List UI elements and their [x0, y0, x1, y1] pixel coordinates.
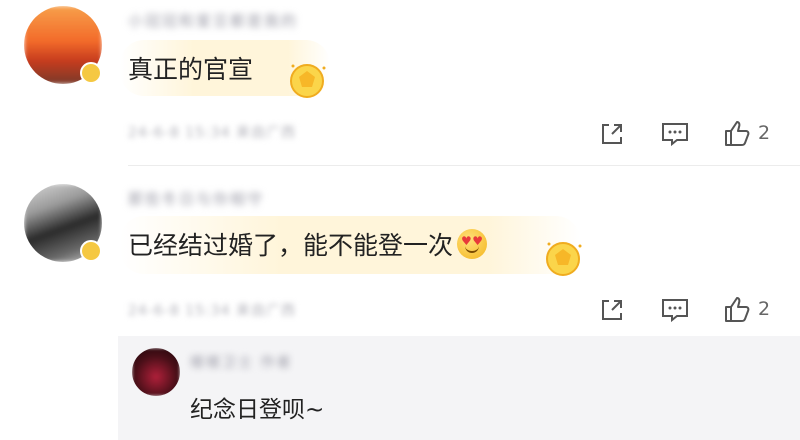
comment-meta: 24-6-8 15:34 来自广西: [128, 125, 296, 141]
share-icon: [602, 300, 622, 320]
share-button[interactable]: [598, 120, 626, 148]
share-button[interactable]: [598, 296, 626, 324]
avatar[interactable]: [132, 348, 180, 396]
reply-section: 楼楼卫士 作者 纪念日登呗~: [118, 336, 800, 440]
comment-icon: [662, 123, 688, 147]
gold-medal-icon: [290, 64, 326, 98]
like-button[interactable]: 2: [722, 118, 770, 148]
comment-text-content: 已经结过婚了，能不能登一次: [128, 231, 454, 260]
reply-text: 纪念日登呗~: [190, 397, 325, 423]
comment-meta: 24-6-8 15:34 来自广西: [128, 303, 296, 319]
comment-icon: [662, 299, 688, 323]
comment-text: 已经结过婚了，能不能登一次: [128, 226, 488, 262]
verified-badge: [80, 240, 102, 262]
thumbs-up-icon: [725, 297, 750, 322]
share-icon: [602, 124, 622, 144]
like-count: 2: [758, 298, 771, 320]
thumbs-up-icon: [725, 121, 750, 146]
comment-button[interactable]: [660, 120, 690, 148]
username[interactable]: 小冠冠和爱豆都是我的: [128, 10, 298, 32]
comment-item: 那些冬日与你相守 已经结过婚了，能不能登一次 24-6-8 15:34 来自广西…: [0, 166, 800, 336]
comment-text: 真正的官宣: [128, 55, 254, 84]
gold-medal-icon: [546, 242, 582, 276]
like-count: 2: [758, 122, 771, 144]
reply-username[interactable]: 楼楼卫士 作者: [190, 352, 292, 374]
comment-item: 小冠冠和爱豆都是我的 真正的官宣 24-6-8 15:34 来自广西 2: [0, 0, 800, 165]
heart-eyes-emoji-icon: [457, 229, 488, 259]
username[interactable]: 那些冬日与你相守: [128, 188, 264, 210]
verified-badge: [80, 62, 102, 84]
like-button[interactable]: 2: [722, 294, 770, 324]
comment-button[interactable]: [660, 296, 690, 324]
